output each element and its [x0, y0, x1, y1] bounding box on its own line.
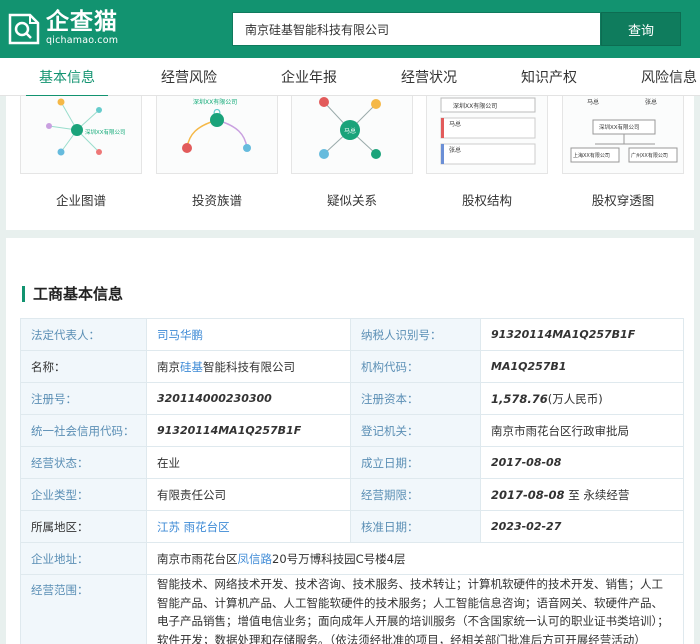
scope-label: 经营范围： — [20, 574, 147, 644]
table-row: 企业类型： 有限责任公司 经营期限： 2017-08-08 至 永续经营 — [20, 478, 684, 511]
table-row: 经营状态： 在业 成立日期： 2017-08-08 — [20, 446, 684, 479]
graph-company-text: 深圳XX有限公司 — [453, 102, 497, 110]
graph-company-text: 深圳XX有限公司 — [599, 123, 640, 131]
investment-graph-thumbnail: 深圳XX有限公司 — [156, 96, 278, 174]
address-value: 南京市雨花台区凤信路20号万博科技园C号楼4层 — [146, 542, 684, 575]
capital-label: 注册资本： — [350, 382, 481, 415]
address-part: 20号万博科技园C号楼4层 — [272, 551, 406, 566]
region-link[interactable]: 江苏 雨花台区 — [146, 510, 351, 543]
tab-risk-info[interactable]: 风险信息 — [628, 58, 700, 96]
graph-person-text: 马总 — [449, 120, 461, 128]
company-name-highlight: 硅基 — [180, 359, 203, 374]
search-input[interactable]: 南京硅基智能科技有限公司 — [232, 12, 601, 46]
address-highlight: 凤信路 — [237, 551, 273, 566]
graph-person-text: 马总 — [587, 98, 599, 106]
legal-rep-label: 法定代表人： — [20, 318, 147, 351]
graph-company-text: 深圳XX有限公司 — [193, 98, 237, 106]
logo-icon — [8, 9, 40, 47]
enterprise-graph-thumbnail: 深圳XX有限公司 — [20, 96, 142, 174]
company-type-label: 企业类型： — [20, 478, 147, 511]
logo-domain: qichamao.com — [46, 35, 119, 46]
graph-panel: 深圳XX有限公司 企业图谱 深圳XX有限公司 投资族谱 马总 疑似关系 深圳XX… — [6, 96, 694, 230]
tax-id-label: 纳税人识别号： — [350, 318, 481, 351]
graph-label: 股权结构 — [461, 193, 512, 208]
table-row: 法定代表人： 司马华鹏 纳税人识别号： 91320114MA1Q257B1F — [20, 318, 684, 351]
table-row: 注册号： 320114000230300 注册资本： 1,578.76(万人民币… — [20, 382, 684, 415]
founded-value: 2017-08-08 — [480, 446, 684, 479]
company-name-part: 南京 — [157, 359, 180, 374]
graph-company-text: 深圳XX有限公司 — [85, 128, 126, 136]
business-info-panel: 工商基本信息 法定代表人： 司马华鹏 纳税人识别号： 91320114MA1Q2… — [6, 238, 694, 644]
table-row: 所属地区： 江苏 雨花台区 核准日期： 2023-02-27 — [20, 510, 684, 543]
term-label: 经营期限： — [350, 478, 481, 511]
term-rest: 至 永续经营 — [564, 487, 630, 502]
suspected-relation-thumbnail: 马总 — [291, 96, 413, 174]
graph-person2-text: 张总 — [449, 146, 461, 154]
credit-code-label: 统一社会信用代码： — [20, 414, 147, 447]
capital-value: 1,578.76(万人民币) — [480, 382, 684, 415]
address-label: 企业地址： — [20, 542, 147, 575]
graph-label: 股权穿透图 — [591, 193, 655, 208]
logo[interactable]: 企查猫 qichamao.com — [8, 9, 118, 47]
graph-gz-company-text: 广州XX有限公司 — [631, 152, 668, 159]
authority-label: 登记机关： — [350, 414, 481, 447]
business-scope-value: 智能技术、网络技术开发、技术咨询、技术服务、技术转让；计算机软硬件的技术开发、销… — [146, 574, 684, 644]
logo-name: 企查猫 — [46, 9, 118, 35]
search-button[interactable]: 查询 — [601, 12, 681, 46]
graph-label: 投资族谱 — [191, 193, 242, 208]
company-name-value: 南京硅基智能科技有限公司 — [146, 350, 351, 383]
term-value: 2017-08-08 至 永续经营 — [480, 478, 684, 511]
table-row: 名称： 南京硅基智能科技有限公司 机构代码： MA1Q257B1 — [20, 350, 684, 383]
reg-no-value: 320114000230300 — [146, 382, 351, 415]
tax-id-value: 91320114MA1Q257B1F — [480, 318, 684, 351]
tab-ip[interactable]: 知识产权 — [508, 58, 590, 96]
table-row: 经营范围： 智能技术、网络技术开发、技术咨询、技术服务、技术转让；计算机软硬件的… — [20, 574, 684, 644]
legal-rep-link[interactable]: 司马华鹏 — [146, 318, 351, 351]
company-type-value: 有限责任公司 — [146, 478, 351, 511]
top-header: 企查猫 qichamao.com 南京硅基智能科技有限公司 查询 — [0, 0, 700, 58]
approval-date-value: 2023-02-27 — [480, 510, 684, 543]
founded-label: 成立日期： — [350, 446, 481, 479]
graph-sh-company-text: 上海XX有限公司 — [573, 152, 610, 159]
status-value: 在业 — [146, 446, 351, 479]
equity-penetration-thumbnail: 马总 张总 深圳XX有限公司 上海XX有限公司 广州XX有限公司 — [562, 96, 684, 174]
region-label: 所属地区： — [20, 510, 147, 543]
status-label: 经营状态： — [20, 446, 147, 479]
graph-label: 企业图谱 — [55, 193, 106, 208]
business-info-table: 法定代表人： 司马华鹏 纳税人识别号： 91320114MA1Q257B1F 名… — [20, 318, 684, 644]
tab-basic-info[interactable]: 基本信息 — [26, 58, 108, 97]
reg-no-label: 注册号： — [20, 382, 147, 415]
section-title: 工商基本信息 — [22, 286, 123, 302]
org-code-label: 机构代码： — [350, 350, 481, 383]
company-name-part: 智能科技有限公司 — [203, 359, 295, 374]
graph-label: 疑似关系 — [326, 193, 377, 208]
address-part: 南京市雨花台区 — [157, 551, 238, 566]
capital-number: 1,578.76 — [491, 391, 548, 406]
tab-annual-report[interactable]: 企业年报 — [268, 58, 350, 96]
tab-business-status[interactable]: 经营状况 — [388, 58, 470, 96]
table-row: 企业地址： 南京市雨花台区凤信路20号万博科技园C号楼4层 — [20, 542, 684, 575]
graph-person-text: 马总 — [344, 127, 356, 135]
org-code-value: MA1Q257B1 — [480, 350, 684, 383]
authority-value: 南京市雨花台区行政审批局 — [480, 414, 684, 447]
tab-bar: 基本信息 经营风险 企业年报 经营状况 知识产权 风险信息 — [0, 58, 700, 97]
table-row: 统一社会信用代码： 91320114MA1Q257B1F 登记机关： 南京市雨花… — [20, 414, 684, 447]
graph-person2-text: 张总 — [645, 98, 657, 106]
approval-date-label: 核准日期： — [350, 510, 481, 543]
company-name-label: 名称： — [20, 350, 147, 383]
capital-unit: (万人民币) — [547, 391, 603, 406]
term-start: 2017-08-08 — [491, 487, 565, 502]
credit-code-value: 91320114MA1Q257B1F — [146, 414, 351, 447]
tab-business-risk[interactable]: 经营风险 — [148, 58, 230, 96]
equity-structure-thumbnail: 深圳XX有限公司 马总 张总 — [426, 96, 548, 174]
